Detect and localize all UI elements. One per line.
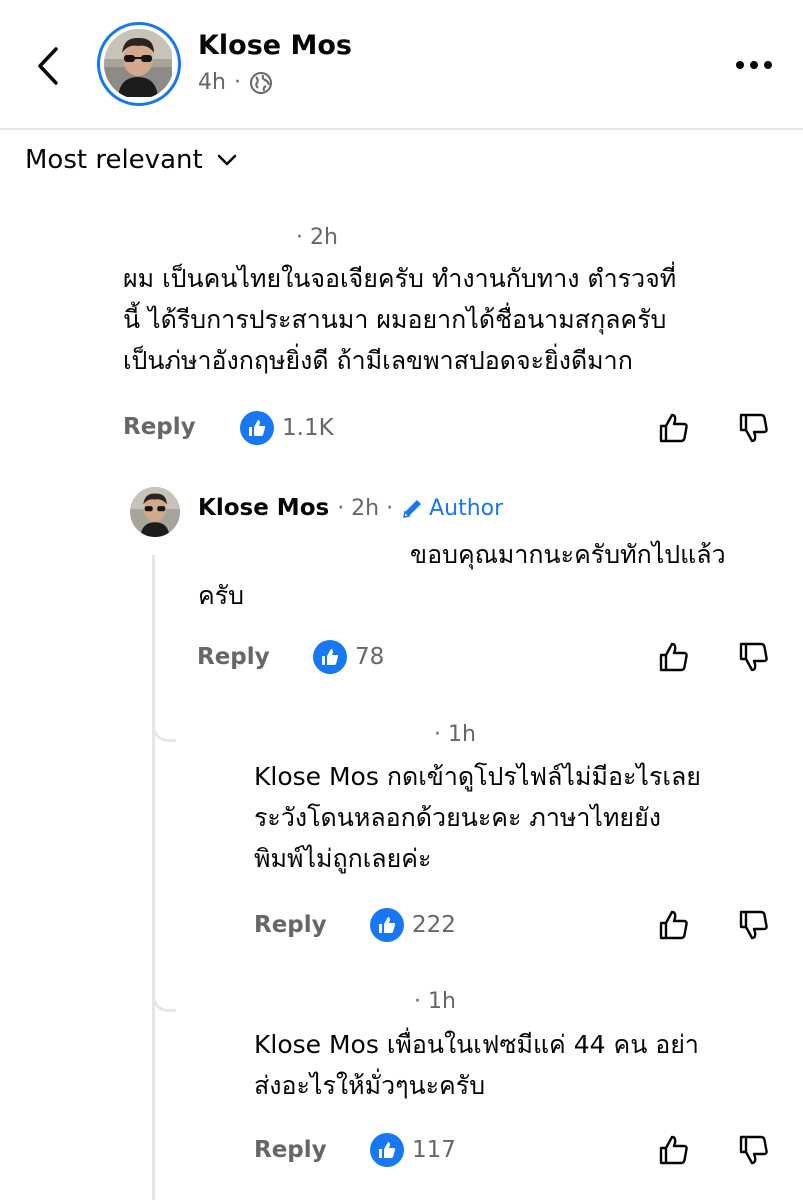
reaction-number: 117: [412, 1137, 456, 1163]
comment-meta: Klose Mos · 2h · Author: [198, 495, 503, 521]
like-reaction-icon: [370, 908, 404, 942]
comment-body: ขอบคุณมากนะครับทักไปแล้ว ครับ: [198, 534, 726, 616]
thumbs-down-icon: [739, 642, 768, 672]
downvote-button[interactable]: [736, 907, 772, 943]
comment-meta: · 1h: [434, 722, 476, 747]
pencil-icon: [403, 500, 422, 518]
sort-dropdown[interactable]: Most relevant: [25, 145, 237, 175]
comment-body: Klose Mos เพื่อนในเฟซมีแค่ 44 คน อย่า ส่…: [254, 1024, 699, 1106]
post-time: 4h: [198, 70, 226, 95]
reaction-number: 1.1K: [282, 415, 334, 441]
like-reaction-icon: [240, 411, 274, 445]
upvote-button[interactable]: [656, 410, 692, 446]
comment-line: ครับ: [198, 581, 245, 610]
reaction-count[interactable]: 222: [370, 908, 456, 942]
comment-line: Klose Mos เพื่อนในเฟซมีแค่ 44 คน อย่า: [254, 1030, 699, 1059]
post-meta: 4h ·: [198, 70, 273, 95]
comment-line: ระวังโดนหลอกด้วยนะคะ ภาษาไทยยัง: [254, 803, 661, 832]
reaction-number: 222: [412, 912, 456, 938]
downvote-button[interactable]: [736, 1132, 772, 1168]
comment-body: Klose Mos กดเข้าดูโปรไฟล์ไม่มีอะไรเลย ระ…: [254, 756, 701, 879]
comment-time: · 2h: [296, 225, 338, 250]
comment-line: เป็นภ่ษาอังกฤษยิ่งดี ถ้ามีเลขพาสปอดจะยิ่…: [123, 346, 633, 375]
author-avatar-ring[interactable]: [97, 22, 181, 106]
comment-time: · 1h: [434, 722, 476, 747]
thumbs-up-icon: [659, 413, 688, 443]
comment-line: นี้ ได้รีบการประสานมา ผมอยากได้ชื่อนามสก…: [123, 305, 667, 334]
avatar-image: [130, 487, 180, 537]
thumbs-down-icon: [739, 910, 768, 940]
globe-icon: [249, 71, 272, 94]
sort-label: Most relevant: [25, 145, 203, 175]
comment-line: พิมพ์ไม่ถูกเลยค่ะ: [254, 844, 432, 873]
thumbs-down-icon: [739, 1135, 768, 1165]
reply-button[interactable]: Reply: [197, 644, 270, 670]
thread-branch: [152, 976, 176, 1012]
comment-line: ขอบคุณมากนะครับทักไปแล้ว: [410, 540, 726, 569]
comment-line: ผม เป็นคนไทยในจอเจียครับ ทำงานกับทาง ตำร…: [123, 264, 677, 293]
avatar-image: [104, 29, 172, 97]
comment-line: ส่งอะไรให้มั่วๆนะครับ: [254, 1071, 486, 1100]
comment-author[interactable]: Klose Mos: [198, 495, 329, 521]
more-options-button[interactable]: [730, 50, 778, 80]
comment-body: ผม เป็นคนไทยในจอเจียครับ ทำงานกับทาง ตำร…: [123, 258, 676, 381]
reply-button[interactable]: Reply: [254, 912, 327, 938]
reply-button[interactable]: Reply: [123, 414, 196, 440]
reaction-count[interactable]: 78: [313, 640, 384, 674]
comment-meta: · 2h: [296, 225, 338, 250]
post-header: Klose Mos 4h ·: [0, 0, 803, 130]
comment-time: · 1h: [414, 989, 456, 1014]
downvote-button[interactable]: [736, 410, 772, 446]
upvote-button[interactable]: [656, 639, 692, 675]
chevron-down-icon: [217, 154, 236, 166]
like-reaction-icon: [313, 640, 347, 674]
reaction-count[interactable]: 1.1K: [240, 411, 334, 445]
upvote-button[interactable]: [656, 907, 692, 943]
thumbs-down-icon: [739, 413, 768, 443]
like-reaction-icon: [370, 1133, 404, 1167]
comment-line: Klose Mos กดเข้าดูโปรไฟล์ไม่มีอะไรเลย: [254, 762, 701, 791]
back-button[interactable]: [30, 42, 66, 90]
comment-meta: · 1h: [414, 989, 456, 1014]
upvote-button[interactable]: [656, 1132, 692, 1168]
thumbs-up-icon: [659, 642, 688, 672]
author-badge-label: Author: [429, 495, 504, 521]
thread-line: [152, 555, 155, 1200]
reaction-count[interactable]: 117: [370, 1133, 456, 1167]
thumbs-up-icon: [659, 910, 688, 940]
author-name[interactable]: Klose Mos: [198, 30, 352, 61]
avatar[interactable]: [104, 29, 174, 99]
comment-time: · 2h ·: [337, 495, 394, 521]
avatar[interactable]: [130, 487, 180, 537]
meta-separator: ·: [233, 70, 241, 95]
thumbs-up-icon: [659, 1135, 688, 1165]
reply-button[interactable]: Reply: [254, 1137, 327, 1163]
more-dots-icon: [736, 61, 772, 69]
author-badge: Author: [401, 496, 503, 521]
thread-branch: [152, 706, 176, 742]
chevron-left-icon: [38, 47, 58, 85]
downvote-button[interactable]: [736, 639, 772, 675]
reaction-number: 78: [355, 644, 385, 670]
